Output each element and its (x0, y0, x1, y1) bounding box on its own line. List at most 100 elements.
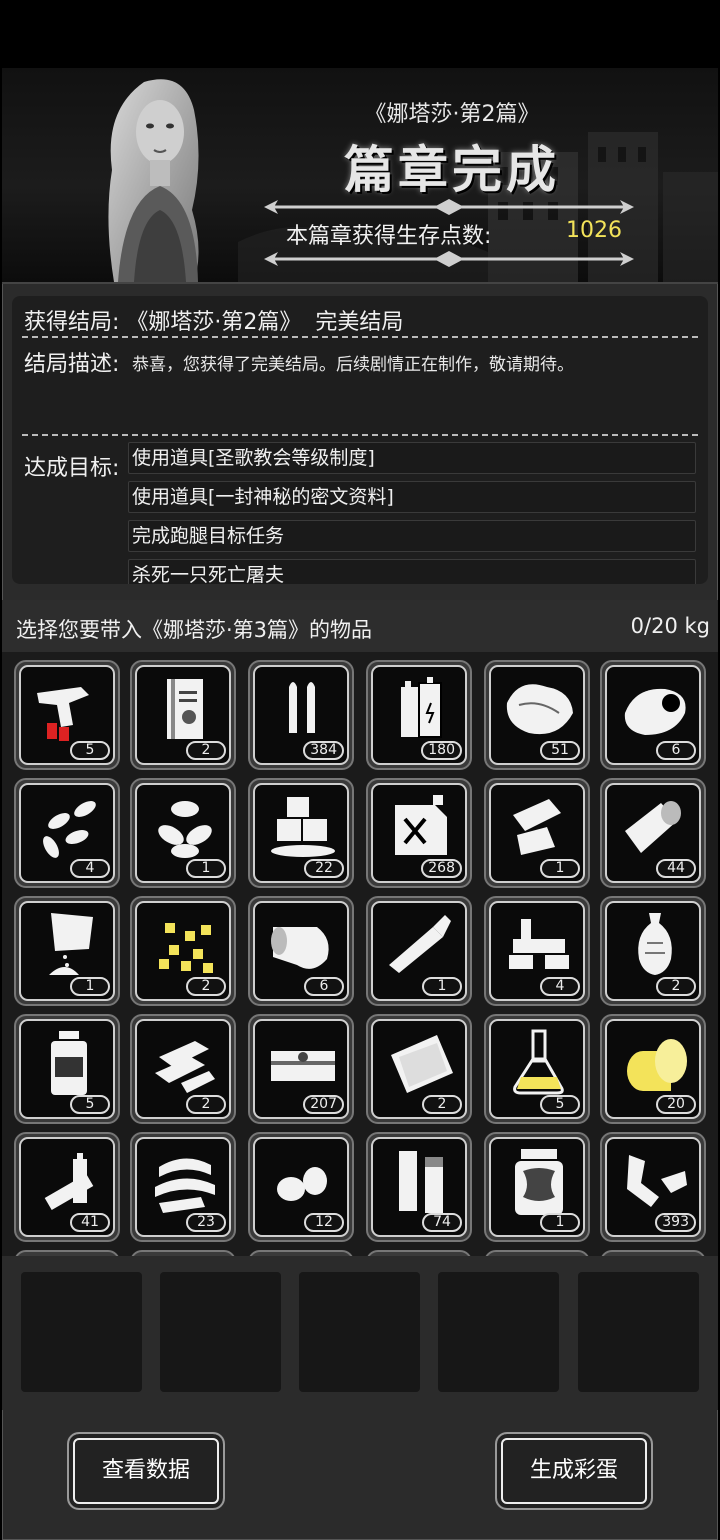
debris-icon (627, 1155, 687, 1207)
spool-icon (627, 1039, 687, 1091)
item-slot[interactable]: 2 (130, 660, 236, 770)
item-count-badge: 2 (186, 741, 226, 760)
item-slot[interactable]: 2 (130, 896, 236, 1006)
item-slot[interactable]: 4 (484, 896, 590, 1006)
item-slot[interactable]: 22 (248, 778, 354, 888)
item-count-badge: 5 (70, 1095, 110, 1114)
item-slot[interactable]: 5 (484, 1014, 590, 1124)
carry-slot[interactable] (299, 1272, 420, 1392)
divider (22, 336, 698, 338)
item-count-badge: 51 (540, 741, 580, 760)
survival-points-label: 本篇章获得生存点数: (286, 224, 492, 249)
parts-icon (509, 919, 569, 969)
item-count-badge: 207 (303, 1095, 344, 1114)
ice-cubes-icon (271, 797, 335, 857)
item-slot[interactable]: 2 (600, 896, 706, 1006)
item-slot-frame: 22 (253, 783, 349, 883)
item-slot-frame: 23 (135, 1137, 231, 1237)
item-slot[interactable]: 180 (366, 660, 472, 770)
item-slot[interactable]: 5 (14, 660, 120, 770)
item-count-badge: 1 (422, 977, 462, 996)
goals-list[interactable]: 使用道具[圣歌教会等级制度] 使用道具[一封神秘的密文资料] 完成跑腿目标任务 … (128, 442, 696, 584)
item-grid[interactable]: 5 2 384 180 51 6 4 1 22 268 1 44 1 2 6 1 4 2 5 2 207 2 5 20 41 23… (2, 652, 718, 1256)
carry-slot[interactable] (21, 1272, 142, 1392)
pipes-icon (399, 1151, 443, 1213)
ending-result: 完美结局 (315, 310, 404, 335)
item-slot[interactable]: 20 (600, 1014, 706, 1124)
item-slot[interactable]: 74 (366, 1132, 472, 1242)
carry-slots-area (2, 1256, 718, 1410)
item-slot[interactable]: 2 (130, 1014, 236, 1124)
item-slot[interactable]: 5 (14, 1014, 120, 1124)
metal-bars-icon (155, 1041, 215, 1093)
item-slot-frame: 268 (371, 783, 467, 883)
ending-desc-text: 恭喜，您获得了完美结局。后续剧情正在制作，敬请期待。 (132, 355, 574, 375)
item-selection-label: 选择您要带入《娜塔莎·第3篇》的物品 (16, 618, 373, 642)
generate-egg-button[interactable]: 生成彩蛋 (495, 1432, 653, 1510)
item-slot[interactable]: 393 (600, 1132, 706, 1242)
item-slot[interactable]: 6 (600, 660, 706, 770)
item-slot-frame: 4 (19, 783, 115, 883)
goal-item: 使用道具[圣歌教会等级制度] (128, 442, 696, 474)
bottle-icon (51, 1031, 87, 1095)
item-slot[interactable]: 1 (14, 896, 120, 1006)
carry-slot[interactable] (578, 1272, 699, 1392)
item-slot-frame: 393 (605, 1137, 701, 1237)
item-count-badge: 1 (186, 859, 226, 878)
cloth-roll-icon (271, 927, 329, 969)
ending-label: 获得结局: (24, 310, 120, 335)
ending-chapter: 《娜塔莎·第2篇》 (126, 310, 302, 335)
chapter-subtitle: 《娜塔莎·第2篇》 (364, 102, 540, 127)
batteries-icon (401, 677, 442, 738)
item-slot-frame: 5 (19, 1019, 115, 1119)
item-slot-frame: 74 (371, 1137, 467, 1237)
item-count-badge: 6 (656, 741, 696, 760)
item-slot-frame: 2 (135, 1019, 231, 1119)
item-count-badge: 23 (186, 1213, 226, 1232)
item-slot[interactable]: 1 (484, 778, 590, 888)
carry-slot[interactable] (160, 1272, 281, 1392)
item-count-badge: 384 (303, 741, 344, 760)
item-slot[interactable]: 207 (248, 1014, 354, 1124)
item-slot[interactable]: 1 (366, 896, 472, 1006)
carry-weight: 0/20 kg (630, 614, 710, 638)
battery-cells-icon (44, 1153, 94, 1211)
item-slot[interactable]: 23 (130, 1132, 236, 1242)
bullets-icon (289, 682, 315, 733)
goal-item: 使用道具[一封神秘的密文资料] (128, 481, 696, 513)
item-count-badge: 180 (421, 741, 462, 760)
item-slot-frame: 2 (135, 665, 231, 765)
item-slot[interactable]: 1 (130, 778, 236, 888)
item-slot-frame: 1 (371, 901, 467, 1001)
scrap-paper-icon (513, 799, 561, 855)
seeds-icon (43, 801, 96, 858)
bandage-roll-icon (625, 801, 681, 853)
item-count-badge: 44 (656, 859, 696, 878)
item-slot-frame: 1 (19, 901, 115, 1001)
book-icon (167, 679, 203, 739)
carry-slot[interactable] (438, 1272, 559, 1392)
item-slot[interactable]: 44 (600, 778, 706, 888)
item-slot[interactable]: 384 (248, 660, 354, 770)
item-slot-frame: 6 (605, 665, 701, 765)
cloth-sheet-icon (391, 1035, 453, 1093)
item-slot[interactable]: 51 (484, 660, 590, 770)
item-slot[interactable]: 6 (248, 896, 354, 1006)
goal-item: 完成跑腿目标任务 (128, 520, 696, 552)
chapter-complete-title: 篇章完成 (344, 141, 560, 199)
item-slot[interactable]: 1 (484, 1132, 590, 1242)
item-slot[interactable]: 268 (366, 778, 472, 888)
item-count-badge: 6 (304, 977, 344, 996)
item-slot-frame: 5 (19, 665, 115, 765)
item-slot[interactable]: 4 (14, 778, 120, 888)
item-count-badge: 1 (540, 859, 580, 878)
item-slot[interactable]: 2 (366, 1014, 472, 1124)
item-slot-frame: 5 (489, 1019, 585, 1119)
item-slot[interactable]: 41 (14, 1132, 120, 1242)
jar-icon (515, 1149, 563, 1215)
ending-row: 获得结局: 《娜塔莎·第2篇》 完美结局 (24, 304, 403, 336)
view-data-button[interactable]: 查看数据 (67, 1432, 225, 1510)
item-count-badge: 2 (186, 977, 226, 996)
item-slot[interactable]: 12 (248, 1132, 354, 1242)
item-slot-frame: 207 (253, 1019, 349, 1119)
